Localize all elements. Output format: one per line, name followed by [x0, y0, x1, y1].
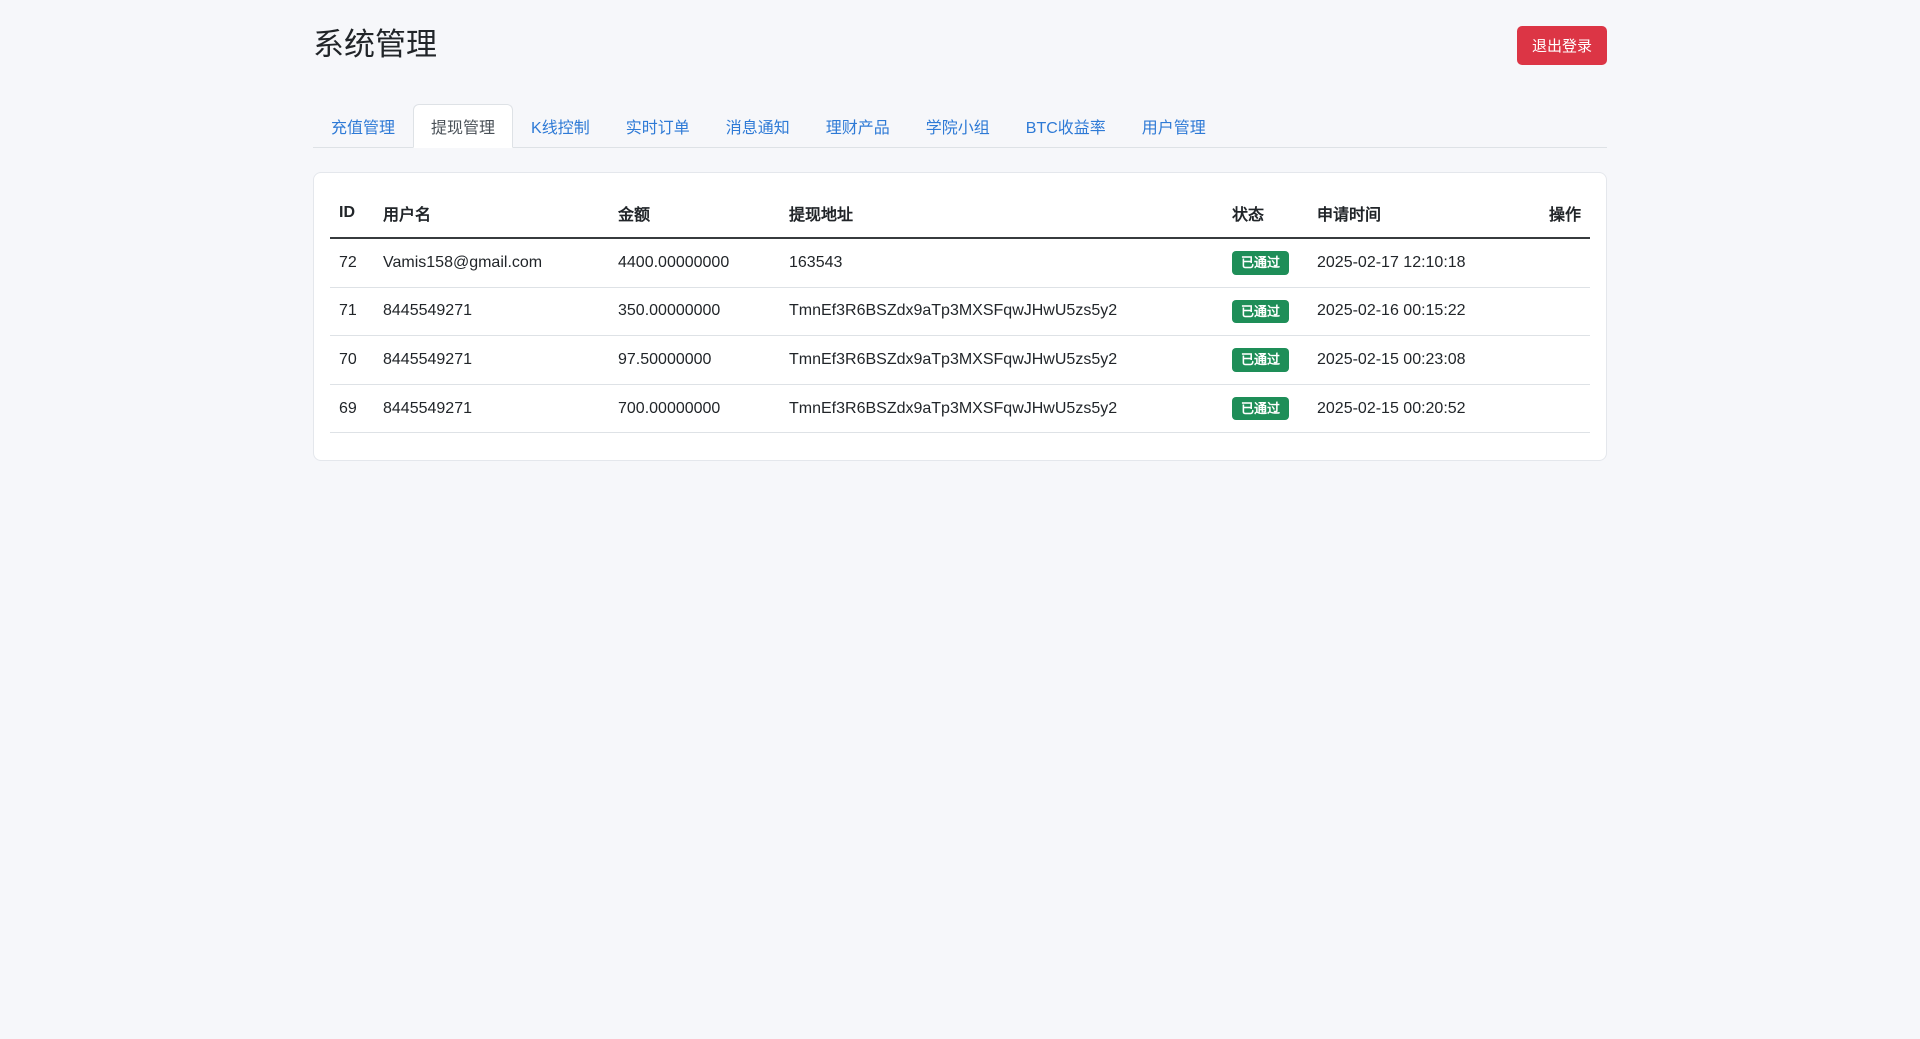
tab-realtime-orders[interactable]: 实时订单 [608, 104, 708, 148]
status-badge: 已通过 [1232, 396, 1290, 421]
column-header-id: ID [330, 189, 374, 239]
tab-withdrawal-management[interactable]: 提现管理 [413, 104, 514, 148]
cell-status: 已通过 [1223, 238, 1308, 288]
cell-status: 已通过 [1223, 384, 1308, 434]
cell-address: TmnEf3R6BSZdx9aTp3MXSFqwJHwU5zs5y2 [780, 287, 1223, 337]
column-header-action: 操作 [1532, 189, 1590, 239]
cell-action [1532, 238, 1590, 288]
cell-id: 69 [330, 384, 374, 434]
status-badge: 已通过 [1232, 348, 1290, 372]
column-header-amount: 金额 [609, 189, 780, 239]
status-badge: 已通过 [1232, 299, 1290, 324]
cell-action [1532, 287, 1590, 337]
tab-btc-yield[interactable]: BTC收益率 [1008, 104, 1124, 148]
cell-action [1532, 384, 1590, 434]
cell-address: TmnEf3R6BSZdx9aTp3MXSFqwJHwU5zs5y2 [780, 384, 1223, 434]
table-row: 72 Vamis158@gmail.com 4400.00000000 1635… [330, 238, 1590, 288]
cell-status: 已通过 [1223, 335, 1308, 385]
cell-username: 8445549271 [374, 335, 609, 385]
cell-time: 2025-02-15 00:20:52 [1308, 384, 1532, 434]
cell-amount: 97.50000000 [609, 335, 780, 385]
cell-action [1532, 335, 1590, 385]
cell-amount: 4400.00000000 [609, 238, 780, 288]
withdrawals-table: ID 用户名 金额 提现地址 状态 申请时间 操作 72 Vamis158@gm… [330, 189, 1590, 434]
cell-status: 已通过 [1223, 287, 1308, 337]
cell-id: 72 [330, 238, 374, 288]
cell-amount: 350.00000000 [609, 287, 780, 337]
withdrawals-card: ID 用户名 金额 提现地址 状态 申请时间 操作 72 Vamis158@gm… [313, 172, 1607, 462]
cell-time: 2025-02-16 00:15:22 [1308, 287, 1532, 337]
cell-username: 8445549271 [374, 287, 609, 337]
page-header: 系统管理 退出登录 [313, 26, 1607, 65]
table-row: 71 8445549271 350.00000000 TmnEf3R6BSZdx… [330, 287, 1590, 337]
tab-user-management[interactable]: 用户管理 [1124, 104, 1224, 148]
cell-id: 70 [330, 335, 374, 385]
cell-username: 8445549271 [374, 384, 609, 434]
cell-id: 71 [330, 287, 374, 337]
page-title: 系统管理 [313, 27, 437, 62]
column-header-time: 申请时间 [1308, 189, 1532, 239]
logout-button[interactable]: 退出登录 [1516, 26, 1607, 65]
table-header-row: ID 用户名 金额 提现地址 状态 申请时间 操作 [330, 189, 1590, 239]
cell-address: 163543 [780, 238, 1223, 288]
main-container: 系统管理 退出登录 充值管理 提现管理 K线控制 实时订单 消息通知 理财产品 … [313, 0, 1607, 462]
tab-bar: 充值管理 提现管理 K线控制 实时订单 消息通知 理财产品 学院小组 BTC收益… [313, 104, 1607, 148]
table-row: 69 8445549271 700.00000000 TmnEf3R6BSZdx… [330, 384, 1590, 434]
tab-recharge-management[interactable]: 充值管理 [313, 104, 413, 148]
status-badge: 已通过 [1232, 251, 1290, 275]
cell-address: TmnEf3R6BSZdx9aTp3MXSFqwJHwU5zs5y2 [780, 335, 1223, 385]
cell-time: 2025-02-15 00:23:08 [1308, 335, 1532, 385]
cell-username: Vamis158@gmail.com [374, 238, 609, 288]
column-header-address: 提现地址 [780, 189, 1223, 239]
cell-time: 2025-02-17 12:10:18 [1308, 238, 1532, 288]
table-row: 70 8445549271 97.50000000 TmnEf3R6BSZdx9… [330, 335, 1590, 385]
tab-academy-groups[interactable]: 学院小组 [908, 104, 1008, 148]
tab-message-notifications[interactable]: 消息通知 [708, 104, 808, 148]
column-header-username: 用户名 [374, 189, 609, 239]
column-header-status: 状态 [1223, 189, 1308, 239]
tab-kline-control[interactable]: K线控制 [513, 104, 608, 148]
cell-amount: 700.00000000 [609, 384, 780, 434]
tab-wealth-products[interactable]: 理财产品 [808, 104, 908, 148]
